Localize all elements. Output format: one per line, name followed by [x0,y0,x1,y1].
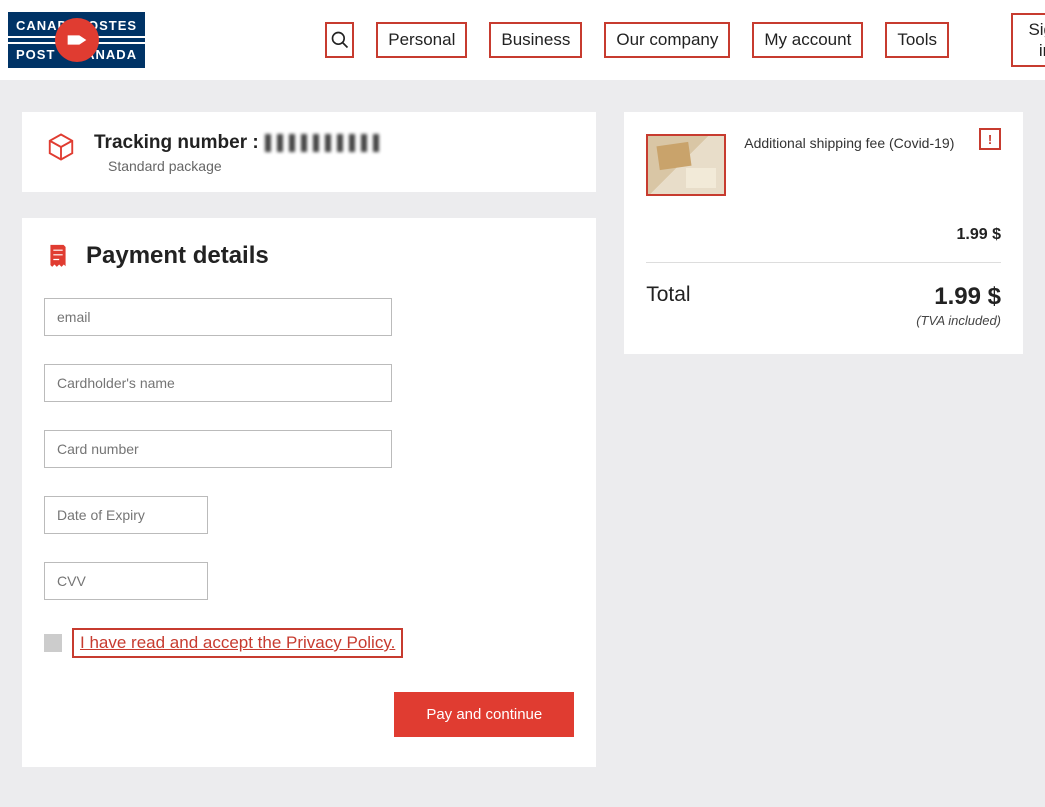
payment-title: Payment details [86,242,269,270]
left-column: Tracking number : Standard package Payme… [22,112,596,767]
privacy-policy-link[interactable]: I have read and accept the Privacy Polic… [72,628,403,658]
search-button[interactable] [325,22,354,58]
package-icon [46,132,76,167]
top-nav: Personal Business Our company My account… [325,13,1045,68]
item-description: Additional shipping fee (Covid-19) [744,134,1001,152]
tracking-card: Tracking number : Standard package [22,112,596,192]
order-summary-card: Additional shipping fee (Covid-19) ! 1.9… [624,112,1023,354]
cvv-field[interactable] [44,562,208,600]
email-field[interactable] [44,298,392,336]
item-thumbnail [646,134,726,196]
summary-divider [646,262,1001,263]
expiry-field[interactable] [44,496,208,534]
canada-post-logo[interactable]: CANADA POSTES POST CANADA [8,12,145,68]
item-price: 1.99 $ [646,226,1001,244]
nav-my-account[interactable]: My account [752,22,863,58]
total-label: Total [646,283,690,307]
nav-tools[interactable]: Tools [885,22,949,58]
logo-text-bl: POST [16,47,55,62]
right-column: Additional shipping fee (Covid-19) ! 1.9… [624,112,1023,354]
pay-and-continue-button[interactable]: Pay and continue [394,692,574,737]
nav-sign-in[interactable]: Sign in [1011,13,1045,68]
tracking-subtitle: Standard package [108,158,385,174]
privacy-checkbox[interactable] [44,634,62,652]
logo-emblem [55,18,99,62]
nav-business[interactable]: Business [489,22,582,58]
total-value: 1.99 $ [916,283,1001,311]
nav-our-company[interactable]: Our company [604,22,730,58]
cardholder-name-field[interactable] [44,364,392,402]
tracking-number-redacted [265,134,385,152]
privacy-row: I have read and accept the Privacy Polic… [44,628,574,658]
warning-icon[interactable]: ! [979,128,1001,150]
tracking-label: Tracking number : [94,132,259,154]
tracking-title: Tracking number : [94,132,385,154]
nav-personal[interactable]: Personal [376,22,467,58]
card-number-field[interactable] [44,430,392,468]
payment-card: Payment details I have read and accept t… [22,218,596,767]
main-content: Tracking number : Standard package Payme… [0,80,1045,807]
receipt-icon [44,242,72,270]
search-icon [330,30,350,50]
tva-note: (TVA included) [916,313,1001,328]
header: CANADA POSTES POST CANADA Personal Busin… [0,0,1045,80]
